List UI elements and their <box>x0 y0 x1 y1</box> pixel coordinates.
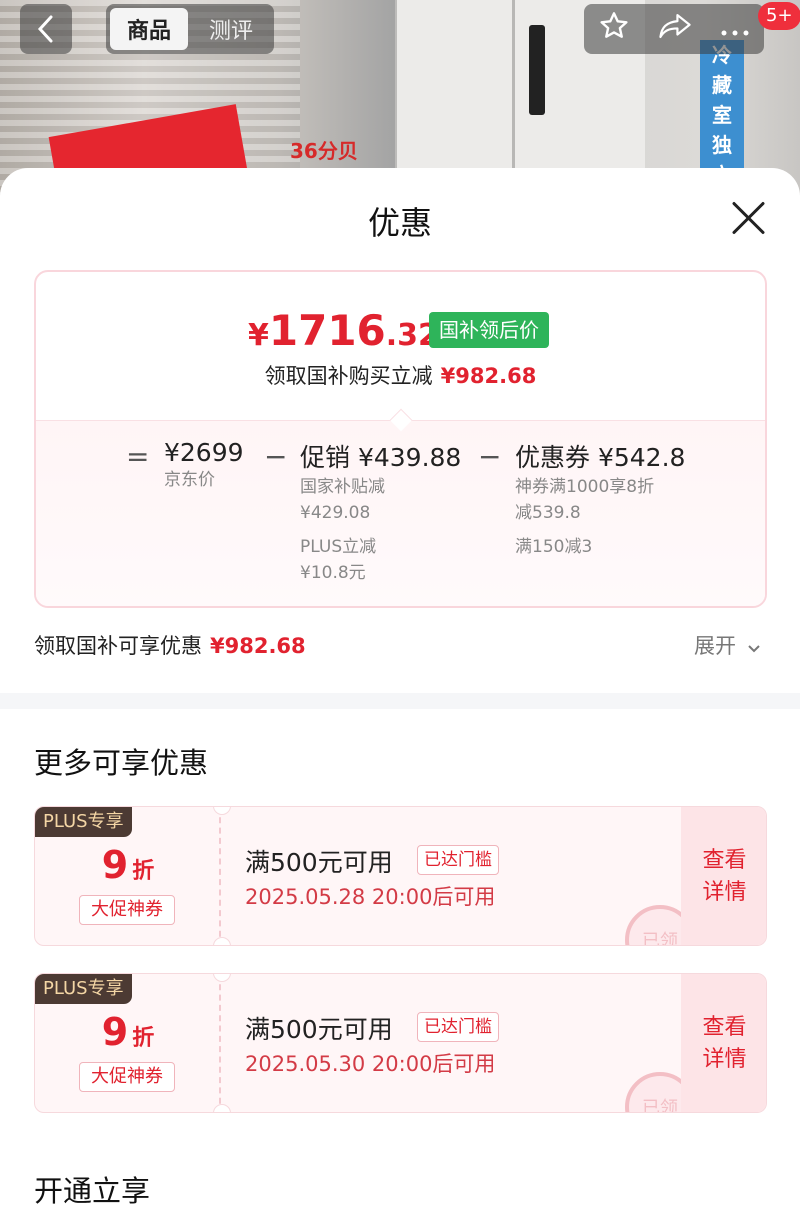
tab-review[interactable]: 测评 <box>192 8 270 50</box>
subsidy-line: 领取国补购买立减 ¥982.68 <box>36 360 765 390</box>
fridge-panel <box>529 25 545 115</box>
threshold-badge: 已达门槛 <box>417 1012 499 1042</box>
more-offers-title: 更多可享优惠 <box>34 746 209 780</box>
more-button[interactable] <box>720 14 750 44</box>
equals-sign: = <box>126 440 150 473</box>
share-button[interactable] <box>658 11 692 48</box>
price-integer: 1716 <box>268 306 386 355</box>
section-divider <box>0 693 800 709</box>
coupon-time: 2025.05.30 20:00后可用 <box>245 1052 496 1076</box>
coupon-sub: 减539.8 <box>515 503 581 523</box>
coupon-left: PLUS专享 9折 大促神券 <box>35 974 221 1112</box>
chevron-down-icon <box>747 645 760 653</box>
more-icon <box>721 30 749 36</box>
star-icon <box>600 11 628 38</box>
promo-value: 促销 ¥439.88 <box>300 443 462 472</box>
promo-sub: ¥429.08 <box>300 503 371 523</box>
coupon-time: 2025.05.28 20:00后可用 <box>245 885 496 909</box>
subsidy-text: 领取国补购买立减 <box>264 364 433 388</box>
promo-sub: PLUS立减 <box>300 537 377 557</box>
coupon-info: 满500元可用 已达门槛 2025.05.30 20:00后可用 <box>245 974 685 1112</box>
coupon-discount: 9折 <box>35 1010 221 1054</box>
strip-char: 藏 <box>712 73 732 97</box>
back-arrow-icon <box>37 15 53 43</box>
coupon-info: 满500元可用 已达门槛 2025.05.28 20:00后可用 <box>245 807 685 945</box>
strip-char: 独 <box>712 133 732 157</box>
discount-unit: 折 <box>132 1026 155 1051</box>
minus-sign: − <box>478 440 502 473</box>
jd-price-column: ¥2699 京东价 <box>164 438 244 493</box>
plus-label: PLUS专享 <box>35 807 132 837</box>
subsidy-price-tag: 国补领后价 <box>429 312 549 348</box>
top-tabs: 商品 测评 <box>106 4 274 54</box>
coupon-left: PLUS专享 9折 大促神券 <box>35 807 221 945</box>
price-calculation: = ¥2699 京东价 − 促销 ¥439.88 国家补贴减 ¥429.08 P… <box>36 438 765 606</box>
promo-sub: ¥10.8元 <box>300 563 366 583</box>
coupon-card[interactable]: PLUS专享 9折 大促神券 满500元可用 已达门槛 2025.05.30 2… <box>34 973 767 1113</box>
total-label: 领取国补可享优惠 <box>34 634 202 658</box>
threshold-badge: 已达门槛 <box>417 845 499 875</box>
sheet-title: 优惠 <box>367 204 432 242</box>
view-details-button[interactable]: 查看 详情 <box>681 974 766 1112</box>
jd-price-label: 京东价 <box>164 470 215 490</box>
details-label: 详情 <box>702 880 747 905</box>
discount-number: 9 <box>101 1010 129 1054</box>
strip-char: 室 <box>712 103 732 127</box>
discount-unit: 折 <box>132 859 155 884</box>
coupon-value: 优惠券 ¥542.8 <box>515 443 686 472</box>
total-discount-row: 领取国补可享优惠 ¥982.68 <box>34 630 767 660</box>
price-currency: ¥ <box>248 318 269 353</box>
share-icon <box>659 13 691 38</box>
tab-product[interactable]: 商品 <box>110 8 188 50</box>
plus-label: PLUS专享 <box>35 974 132 1004</box>
jd-price: ¥2699 <box>164 438 244 467</box>
close-button[interactable] <box>728 198 768 238</box>
coupon-sub: 满150减3 <box>515 537 593 557</box>
message-count-badge: 5+ <box>758 2 800 30</box>
coupon-column: 优惠券 ¥542.8 神券满1000享8折 减539.8 满150减3 <box>515 438 685 560</box>
open-membership-title: 开通立享 <box>34 1174 151 1208</box>
promo-sub: 国家补贴减 <box>300 477 385 497</box>
coupon-card[interactable]: PLUS专享 9折 大促神券 满500元可用 已达门槛 2025.05.28 2… <box>34 806 767 946</box>
final-price: ¥ 1716 .32 <box>248 306 439 355</box>
promo-column: 促销 ¥439.88 国家补贴减 ¥429.08 PLUS立减 ¥10.8元 <box>300 438 461 586</box>
subsidy-amount: ¥982.68 <box>440 364 537 388</box>
favorite-button[interactable] <box>598 10 630 49</box>
minus-sign: − <box>264 440 288 473</box>
coupon-condition: 满500元可用 <box>245 848 393 877</box>
details-label: 查看 <box>702 1015 747 1040</box>
price-breakdown-card: ¥ 1716 .32 国补领后价 领取国补购买立减 ¥982.68 = ¥2699… <box>34 270 767 608</box>
back-button[interactable] <box>20 4 72 54</box>
coupon-cut <box>213 1104 231 1112</box>
discount-number: 9 <box>101 843 129 887</box>
coupon-condition: 满500元可用 <box>245 1015 393 1044</box>
noise-tag: 36分贝 <box>290 139 358 163</box>
coupon-discount: 9折 <box>35 843 221 887</box>
details-label: 详情 <box>702 1047 747 1072</box>
total-amount: ¥982.68 <box>210 634 306 658</box>
expand-button[interactable]: 展开 <box>694 630 761 660</box>
view-details-button[interactable]: 查看 详情 <box>681 807 766 945</box>
coupon-kind: 大促神券 <box>79 895 175 925</box>
coupon-cut <box>213 937 231 945</box>
top-actions <box>584 4 764 54</box>
discount-sheet: 优惠 ¥ 1716 .32 国补领后价 领取国补购买立减 ¥982.68 = ¥2… <box>0 168 800 1219</box>
expand-label: 展开 <box>694 634 736 658</box>
details-label: 查看 <box>702 848 747 873</box>
coupon-kind: 大促神券 <box>79 1062 175 1092</box>
coupon-sub: 神券满1000享8折 <box>515 477 655 497</box>
